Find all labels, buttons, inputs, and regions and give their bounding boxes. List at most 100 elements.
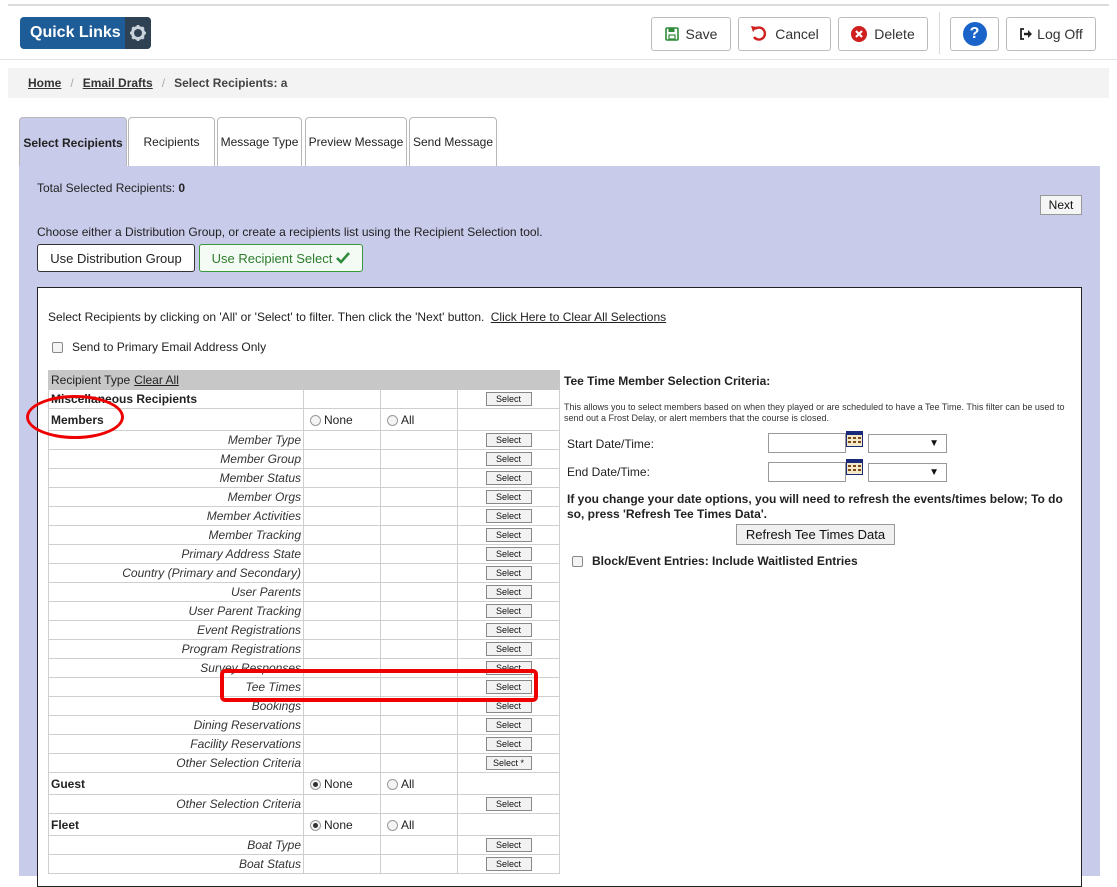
total-selected-label: Total Selected Recipients: — [37, 181, 176, 195]
help-button[interactable]: ? — [950, 17, 999, 51]
include-waitlisted-checkbox[interactable] — [572, 555, 583, 567]
delete-circle-x-icon — [851, 26, 868, 42]
guest-group-label: Guest — [48, 772, 304, 795]
criteria-select-button[interactable]: Select — [485, 452, 532, 467]
delete-button[interactable]: Delete — [838, 17, 928, 51]
criteria-select-button[interactable]: Select — [485, 490, 532, 505]
all-label: All — [401, 817, 415, 832]
calendar-icon[interactable] — [846, 459, 863, 475]
criteria-select-button[interactable]: Select — [485, 528, 532, 543]
fleet-none-radio[interactable] — [310, 819, 321, 831]
cancel-button[interactable]: Cancel — [738, 17, 831, 51]
gear-icon[interactable] — [125, 17, 151, 49]
criteria-label: Country (Primary and Secondary) — [48, 563, 304, 583]
clear-all-link[interactable]: Clear All — [134, 373, 179, 387]
tab-send-message[interactable]: Send Message — [409, 117, 497, 166]
end-date-input[interactable] — [768, 462, 846, 482]
table-row: Member Type Select — [48, 430, 561, 450]
criteria-select-button[interactable]: Select — [485, 838, 532, 853]
table-row: Other Selection Criteria Select — [48, 794, 561, 814]
sign-out-icon — [1019, 27, 1033, 41]
criteria-label: Member Tracking — [48, 525, 304, 545]
criteria-select-button[interactable]: Select — [485, 547, 532, 562]
criteria-label: Dining Reservations — [48, 715, 304, 735]
tee-time-criteria: Tee Time Member Selection Criteria: This… — [564, 374, 1074, 568]
tee-time-title: Tee Time Member Selection Criteria: — [564, 374, 771, 388]
table-row: Member Tracking Select — [48, 525, 561, 545]
calendar-icon[interactable] — [846, 431, 863, 447]
help-icon: ? — [962, 22, 987, 46]
save-button[interactable]: Save — [651, 17, 731, 51]
criteria-select-button[interactable]: Select — [485, 471, 532, 486]
use-recipient-select-button[interactable]: Use Recipient Select — [199, 244, 363, 272]
start-date-input[interactable] — [768, 433, 846, 453]
criteria-select-button[interactable]: Select — [485, 623, 532, 638]
header-toolbar: Quick Links Save Cancel Delete ? Log Off — [0, 6, 1117, 60]
criteria-select-button[interactable]: Select — [485, 433, 532, 448]
quick-links-label: Quick Links — [30, 24, 121, 41]
criteria-select-button[interactable]: Select — [485, 642, 532, 657]
none-label: None — [324, 412, 353, 427]
start-time-dropdown[interactable] — [868, 434, 947, 453]
toolbar-separator — [939, 12, 940, 54]
tab-recipients[interactable]: Recipients — [128, 117, 215, 166]
breadcrumb-email-drafts[interactable]: Email Drafts — [83, 76, 153, 90]
table-row: Boat Status Select — [48, 854, 561, 874]
refresh-tee-times-button[interactable]: Refresh Tee Times Data — [736, 524, 895, 545]
criteria-select-button[interactable]: Select — [485, 797, 532, 812]
criteria-select-button[interactable]: Select — [485, 857, 532, 872]
quick-links-button[interactable]: Quick Links — [20, 17, 151, 49]
guest-none-radio[interactable] — [310, 778, 321, 790]
clear-all-selections-link[interactable]: Click Here to Clear All Selections — [491, 310, 666, 324]
table-row: Other Selection Criteria Select * — [48, 753, 561, 773]
criteria-label: Member Status — [48, 468, 304, 488]
members-none-radio[interactable] — [310, 414, 321, 426]
none-label: None — [324, 776, 353, 791]
criteria-label: Member Group — [48, 449, 304, 469]
include-waitlisted-label: Block/Event Entries: Include Waitlisted … — [592, 554, 858, 568]
tab-preview-message[interactable]: Preview Message — [305, 117, 407, 166]
undo-icon — [750, 25, 768, 43]
table-row: Program Registrations Select — [48, 639, 561, 659]
criteria-select-button[interactable]: Select — [485, 604, 532, 619]
table-row: User Parents Select — [48, 582, 561, 602]
include-waitlisted[interactable]: Block/Event Entries: Include Waitlisted … — [572, 554, 858, 568]
table-row: Guest None All — [48, 772, 561, 795]
misc-select-button[interactable]: Select — [485, 392, 532, 407]
tab-select-recipients[interactable]: Select Recipients — [19, 117, 127, 167]
start-date-label: Start Date/Time: — [567, 437, 654, 451]
criteria-select-button[interactable]: Select — [485, 566, 532, 581]
breadcrumb-separator: / — [161, 76, 166, 90]
checkmark-icon — [336, 252, 351, 264]
criteria-select-button[interactable]: Select — [485, 737, 532, 752]
table-row: Fleet None All — [48, 813, 561, 836]
criteria-label: User Parent Tracking — [48, 601, 304, 621]
criteria-select-button[interactable]: Select — [485, 718, 532, 733]
total-selected: Total Selected Recipients: 0 — [37, 181, 185, 195]
table-row: Member Orgs Select — [48, 487, 561, 507]
primary-email-checkbox[interactable] — [52, 341, 63, 353]
table-row: Member Group Select — [48, 449, 561, 469]
criteria-select-button[interactable]: Select — [485, 585, 532, 600]
fleet-all-radio[interactable] — [387, 819, 398, 831]
criteria-label: Program Registrations — [48, 639, 304, 659]
tee-time-description: This allows you to select members based … — [564, 402, 1065, 423]
table-row: Boat Type Select — [48, 835, 561, 855]
next-button[interactable]: Next — [1040, 195, 1082, 215]
primary-email-only[interactable]: Send to Primary Email Address Only — [52, 340, 266, 354]
end-time-dropdown[interactable] — [868, 463, 947, 482]
member-rows: Member Type Select Member Group Select Membe… — [48, 430, 561, 773]
criteria-select-button[interactable]: Select * — [485, 756, 532, 771]
guest-all-radio[interactable] — [387, 778, 398, 790]
criteria-select-button[interactable]: Select — [485, 509, 532, 524]
members-all-radio[interactable] — [387, 414, 398, 426]
log-off-button[interactable]: Log Off — [1006, 17, 1096, 51]
breadcrumb-home[interactable]: Home — [28, 76, 61, 90]
breadcrumb: Home / Email Drafts / Select Recipients:… — [8, 68, 1109, 98]
table-header: Recipient Type Clear All — [47, 370, 561, 390]
use-distribution-group-button[interactable]: Use Distribution Group — [37, 244, 195, 272]
log-off-label: Log Off — [1037, 26, 1083, 42]
end-date-label: End Date/Time: — [567, 465, 650, 479]
table-row: Member Activities Select — [48, 506, 561, 526]
tab-message-type[interactable]: Message Type — [217, 117, 302, 166]
